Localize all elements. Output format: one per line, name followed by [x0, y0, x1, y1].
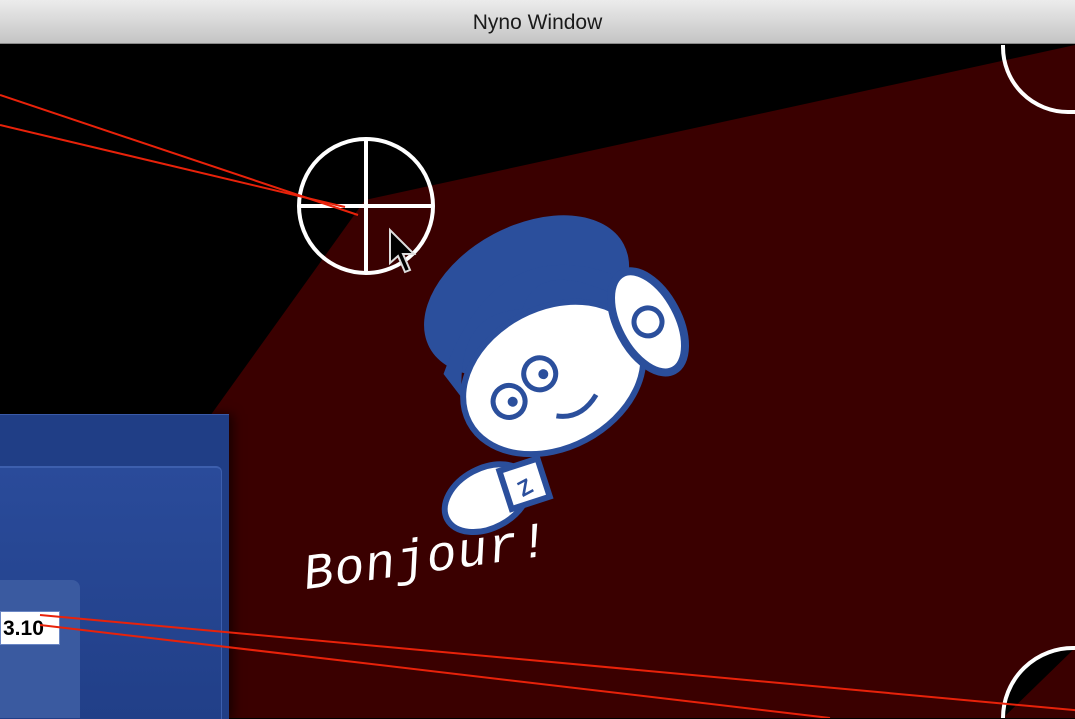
value-field-container: [0, 580, 80, 718]
callout-line: [0, 124, 346, 208]
value-input-text: 3.10: [3, 617, 44, 640]
value-input[interactable]: 3.10: [0, 611, 60, 645]
